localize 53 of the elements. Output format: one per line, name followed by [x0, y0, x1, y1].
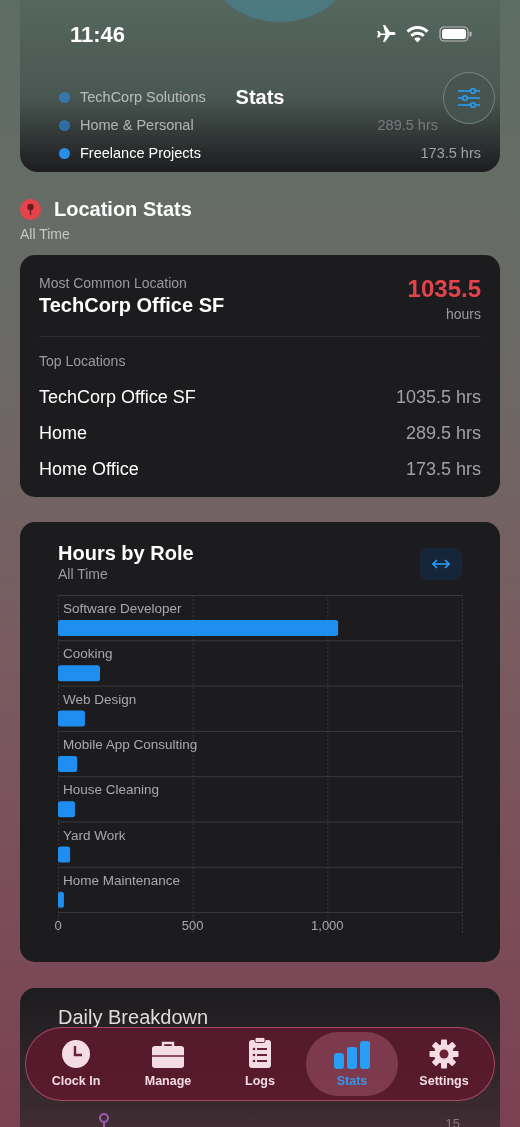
card-label: Most Common Location [39, 275, 188, 291]
chart-subtitle: All Time [58, 566, 108, 582]
chart-title: Hours by Role [58, 542, 194, 565]
bar-label: House Cleaning [63, 782, 160, 798]
legend-label: Home & Personal [80, 117, 194, 133]
location-pin-icon [20, 199, 41, 220]
tab-item[interactable]: Settings [398, 1032, 490, 1096]
location-hours: 173.5 hrs [405, 458, 481, 480]
battery-icon [439, 26, 472, 42]
hours-total: 1035.5 [407, 275, 481, 303]
airplane-icon [374, 24, 396, 44]
legend-value: 289.5 hrs [377, 117, 438, 133]
location-name: Home Office [39, 458, 139, 480]
status-time: 11:46 [70, 22, 126, 48]
bar-label: Cooking [63, 646, 113, 662]
axis-tick-label: 500 [181, 918, 204, 934]
legend-dot [59, 91, 70, 103]
clock-icon [61, 1039, 91, 1069]
double-arrow-icon [432, 558, 450, 570]
bar-label: Web Design [63, 691, 137, 707]
settings-icon [429, 1039, 459, 1069]
hours-unit: hours [444, 306, 481, 322]
swap-axes-button[interactable] [420, 548, 462, 580]
legend-label: Freelance Projects [80, 145, 201, 161]
location-hours: 1035.5 hrs [395, 386, 481, 408]
line-chart-drawing [98, 1112, 110, 1127]
legend-dot [59, 147, 70, 159]
tab-item[interactable]: Manage [122, 1032, 214, 1096]
legend-value: 173.5 hrs [420, 145, 481, 161]
sliders-icon [457, 87, 481, 109]
tab-item[interactable]: Logs [214, 1032, 306, 1096]
tab-item[interactable]: Clock In [30, 1032, 122, 1096]
location-hours: 289.5 hrs [405, 422, 481, 444]
section-title: Location Stats [54, 198, 192, 221]
bar-label: Yard Work [63, 827, 126, 843]
wifi-icon [406, 25, 429, 43]
section-subtitle: All Time [20, 226, 70, 242]
axis-tick-label: 1,000 [311, 918, 344, 934]
location-name: TechCorp Office SF [39, 386, 196, 408]
legend-dot [59, 119, 70, 131]
card-title: Daily Breakdown [58, 1006, 209, 1029]
nav-title: Stats [235, 86, 285, 108]
bar-label: Home Maintenance [63, 872, 181, 888]
bar-label: Software Developer [63, 601, 182, 616]
bar-label: Mobile App Consulting [63, 736, 198, 752]
briefcase-icon [151, 1041, 185, 1069]
bar-chart-icon [334, 1041, 370, 1069]
axis-tick-label: 0 [54, 918, 62, 934]
legend-label: TechCorp Solutions [80, 89, 206, 105]
list-label: Top Locations [39, 353, 127, 369]
location-name: Home [39, 422, 87, 444]
location-name: TechCorp Office SF [39, 294, 225, 317]
clipboard-list-icon [248, 1037, 272, 1069]
